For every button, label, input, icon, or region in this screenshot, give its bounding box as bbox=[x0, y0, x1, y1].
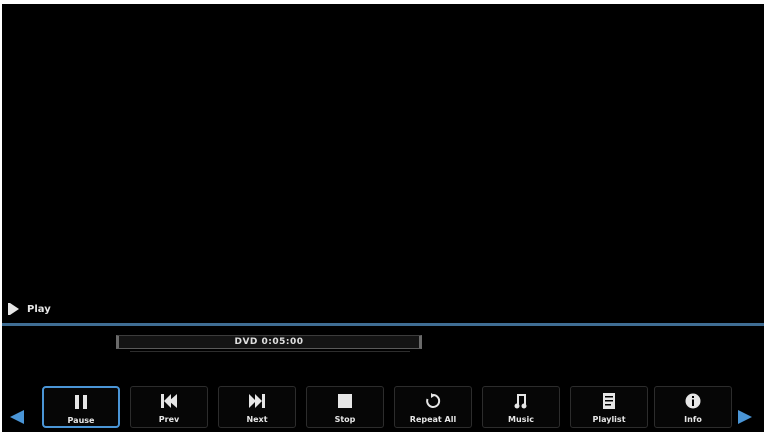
stop-label: Stop bbox=[334, 415, 356, 424]
playback-status: Play bbox=[8, 302, 51, 316]
progress-underline bbox=[130, 351, 410, 352]
arrow-left-icon[interactable] bbox=[10, 410, 24, 424]
info-label: Info bbox=[684, 415, 702, 424]
previous-label: Prev bbox=[158, 415, 180, 424]
repeat-label: Repeat All bbox=[409, 415, 457, 424]
previous-button[interactable]: Prev bbox=[130, 386, 208, 428]
info-icon bbox=[682, 393, 704, 409]
music-note-icon bbox=[510, 393, 532, 409]
controls-row: Pause Prev Next Stop Repeat All Music Pl… bbox=[2, 382, 764, 430]
next-label: Next bbox=[246, 415, 268, 424]
pause-button[interactable]: Pause bbox=[42, 386, 120, 428]
next-button[interactable]: Next bbox=[218, 386, 296, 428]
info-button[interactable]: Info bbox=[654, 386, 732, 428]
playlist-button[interactable]: Playlist bbox=[570, 386, 648, 428]
stop-icon bbox=[334, 393, 356, 409]
arrow-right-icon[interactable] bbox=[738, 410, 752, 424]
repeat-button[interactable]: Repeat All bbox=[394, 386, 472, 428]
playback-status-text: Play bbox=[27, 303, 51, 315]
playlist-label: Playlist bbox=[592, 415, 626, 424]
play-icon bbox=[8, 303, 19, 315]
music-button[interactable]: Music bbox=[482, 386, 560, 428]
pause-icon bbox=[70, 394, 92, 410]
media-player-screen: Play DVD 0:05:00 Pause Prev Next Stop Re… bbox=[2, 4, 764, 432]
playlist-icon bbox=[598, 393, 620, 409]
pause-label: Pause bbox=[67, 416, 95, 425]
stop-button[interactable]: Stop bbox=[306, 386, 384, 428]
repeat-icon bbox=[422, 393, 444, 409]
progress-text: DVD 0:05:00 bbox=[234, 337, 304, 347]
progress-bar[interactable]: DVD 0:05:00 bbox=[116, 335, 422, 349]
video-area[interactable] bbox=[2, 4, 764, 322]
skip-previous-icon bbox=[158, 393, 180, 409]
control-panel: DVD 0:05:00 Pause Prev Next Stop Repeat … bbox=[2, 326, 764, 432]
skip-next-icon bbox=[246, 393, 268, 409]
music-label: Music bbox=[508, 415, 534, 424]
